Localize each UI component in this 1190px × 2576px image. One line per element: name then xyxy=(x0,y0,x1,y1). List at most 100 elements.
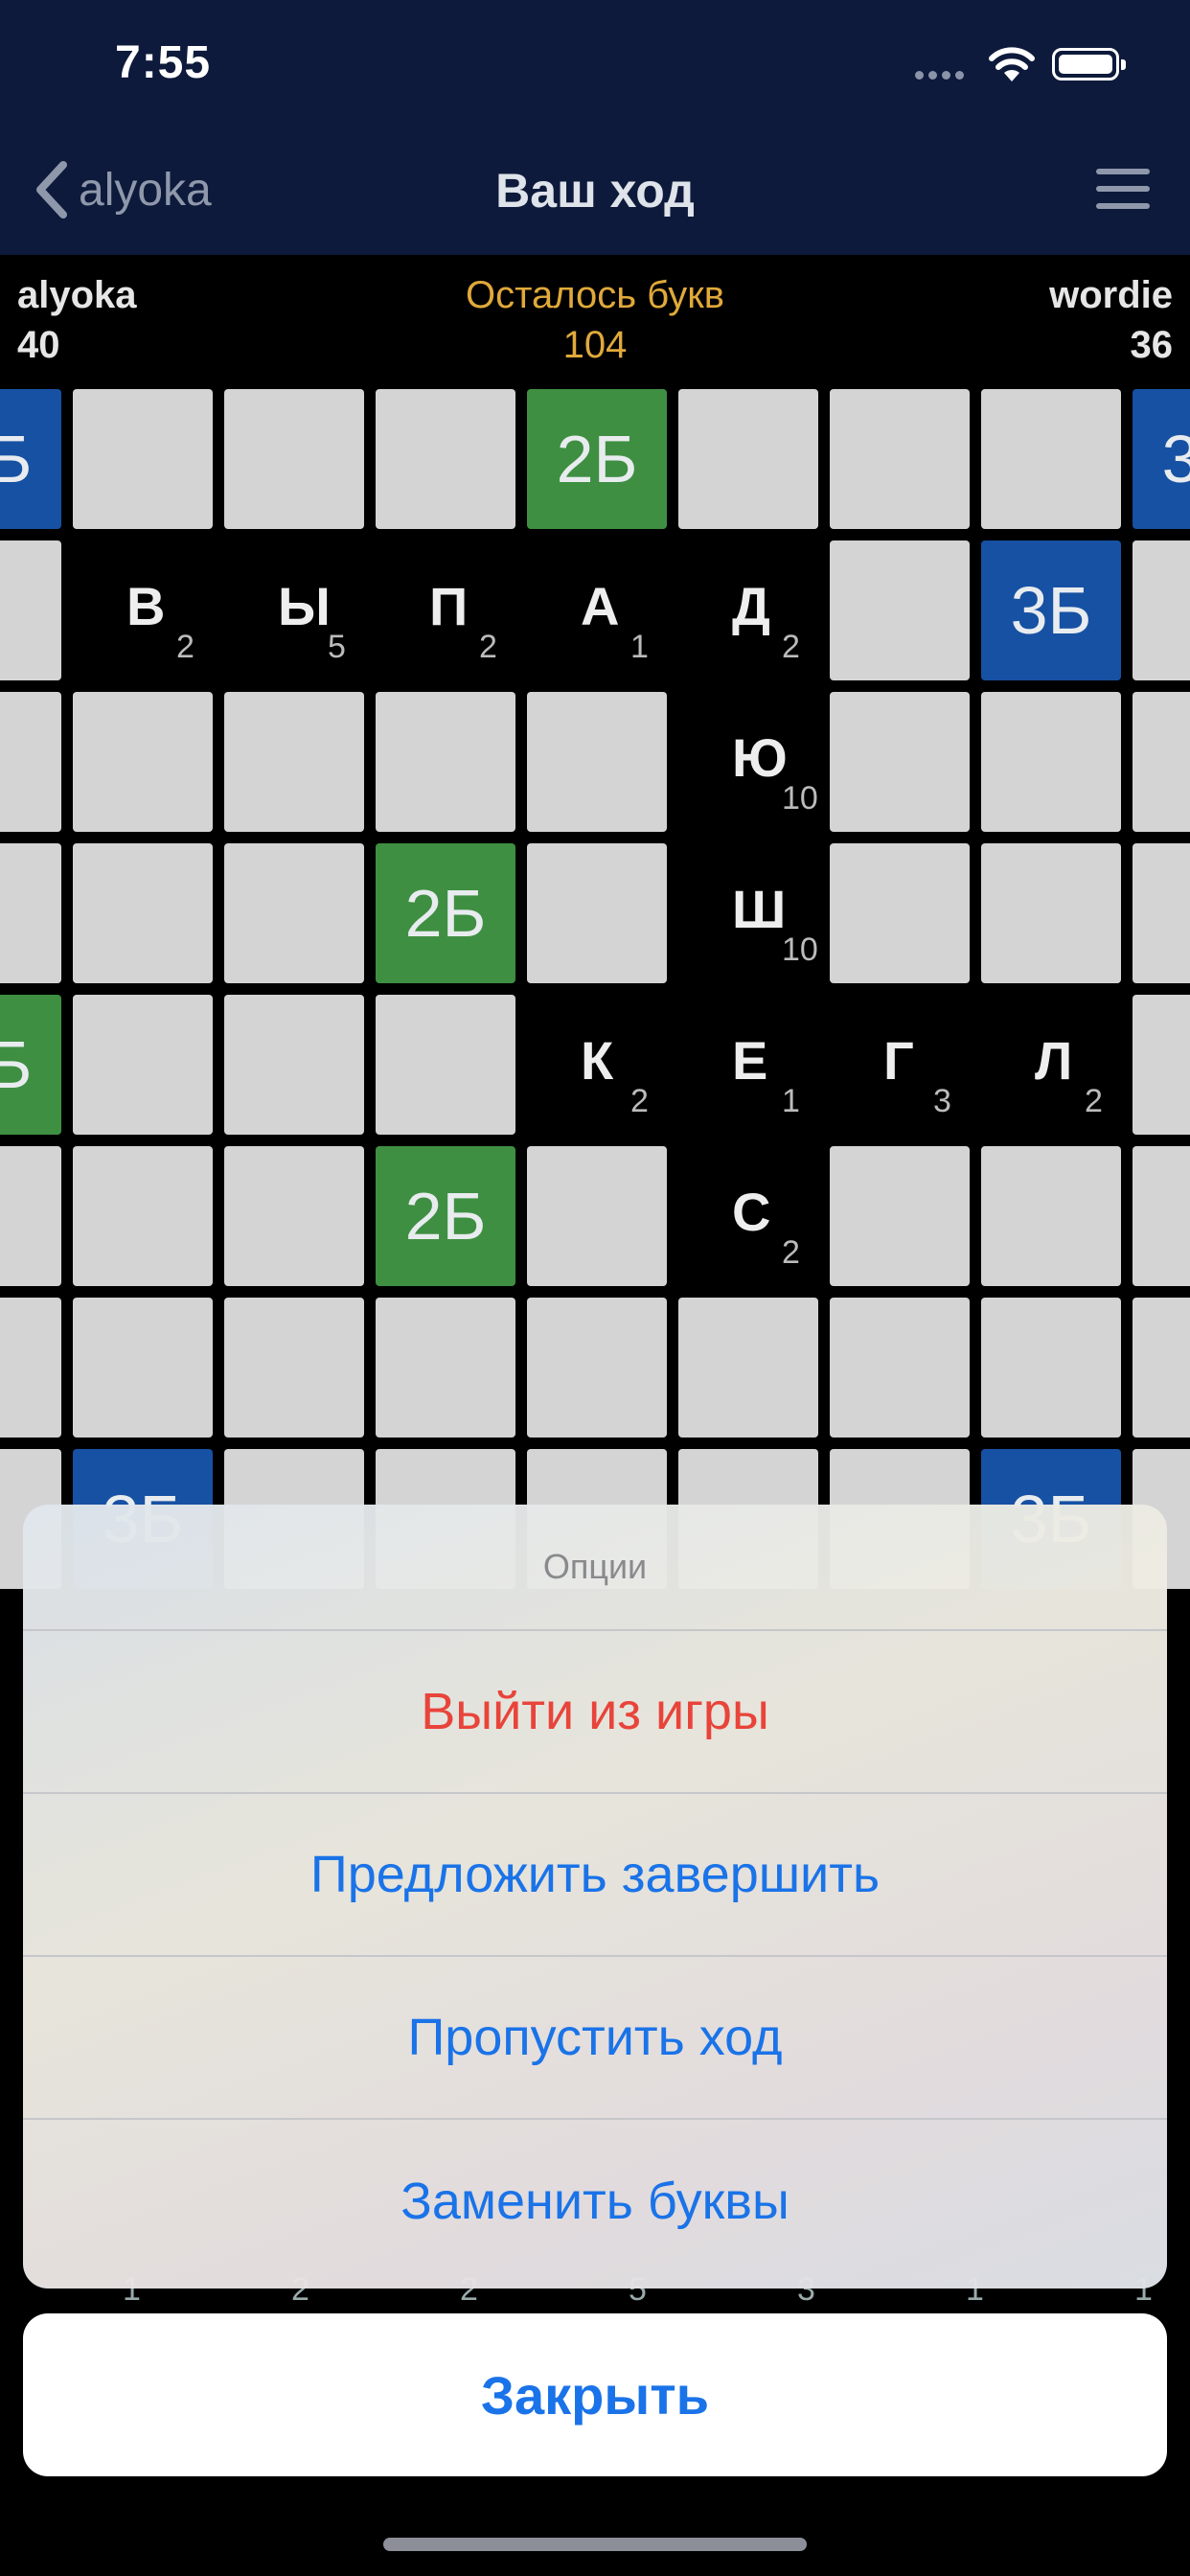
empty-cell[interactable] xyxy=(830,1146,970,1286)
empty-cell[interactable] xyxy=(527,692,667,832)
empty-cell[interactable] xyxy=(981,1146,1121,1286)
close-button[interactable]: Закрыть xyxy=(23,2313,1167,2476)
tile-points: 2 xyxy=(176,629,195,665)
empty-cell[interactable] xyxy=(376,995,515,1135)
empty-cell[interactable] xyxy=(73,692,213,832)
empty-cell[interactable] xyxy=(224,1146,364,1286)
action-sheet-title: Опции xyxy=(23,1505,1167,1631)
empty-cell[interactable] xyxy=(981,1298,1121,1438)
tile-letter: Ы xyxy=(278,576,331,636)
tile-letter: П xyxy=(429,576,469,636)
empty-cell[interactable] xyxy=(376,692,515,832)
propose-finish-button[interactable]: Предложить завершить xyxy=(23,1794,1167,1957)
empty-cell[interactable] xyxy=(376,389,515,529)
letter-tile[interactable]: Ы5 xyxy=(224,540,364,680)
letter-tile[interactable]: Е1 xyxy=(678,995,818,1135)
empty-cell[interactable] xyxy=(1133,1298,1190,1438)
bonus-cell[interactable]: 2Б xyxy=(376,843,515,983)
empty-cell[interactable] xyxy=(830,692,970,832)
empty-cell[interactable] xyxy=(224,389,364,529)
empty-cell[interactable] xyxy=(1133,843,1190,983)
empty-cell[interactable] xyxy=(527,1298,667,1438)
empty-cell[interactable] xyxy=(0,540,61,680)
bonus-cell[interactable]: 2Б xyxy=(527,389,667,529)
empty-cell[interactable] xyxy=(0,1146,61,1286)
empty-cell[interactable] xyxy=(224,692,364,832)
battery-icon xyxy=(1052,48,1126,80)
empty-cell[interactable] xyxy=(73,843,213,983)
empty-cell[interactable] xyxy=(527,1146,667,1286)
tile-letter: В xyxy=(126,576,166,636)
tile-points: 10 xyxy=(782,932,818,968)
letter-tile[interactable]: П2 xyxy=(376,540,515,680)
remaining-letters-count: 104 xyxy=(562,324,628,366)
empty-cell[interactable] xyxy=(981,389,1121,529)
tile-points: 2 xyxy=(782,1234,800,1271)
bonus-label: 2Б xyxy=(404,876,487,951)
bonus-cell[interactable]: 3Б xyxy=(981,540,1121,680)
tile-letter: Г xyxy=(883,1030,914,1091)
bonus-cell[interactable]: 3Б xyxy=(1133,389,1190,529)
empty-cell[interactable] xyxy=(376,1298,515,1438)
bonus-label: 2Б xyxy=(556,422,638,496)
letter-tile[interactable]: Ю 10 xyxy=(678,692,818,832)
empty-cell[interactable] xyxy=(224,995,364,1135)
empty-cell[interactable] xyxy=(1133,540,1190,680)
bonus-label: 3Б xyxy=(1161,422,1190,496)
tile-points: 10 xyxy=(782,780,818,816)
empty-cell[interactable] xyxy=(678,1298,818,1438)
empty-cell[interactable] xyxy=(0,843,61,983)
tile-letter: Е xyxy=(732,1030,768,1091)
letter-tile[interactable]: А1 xyxy=(527,540,667,680)
tile-letter: Ш xyxy=(732,879,787,939)
letter-tile[interactable]: В2 xyxy=(73,540,213,680)
letter-tile[interactable]: Г3 xyxy=(830,995,970,1135)
empty-cell[interactable] xyxy=(73,1146,213,1286)
letter-tile[interactable]: С2 xyxy=(678,1146,818,1286)
status-bar: 7:55 xyxy=(0,0,1190,134)
bonus-label: 2Б xyxy=(404,1179,487,1254)
empty-cell[interactable] xyxy=(224,843,364,983)
empty-cell[interactable] xyxy=(981,692,1121,832)
letter-tile[interactable]: Д2 xyxy=(678,540,818,680)
empty-cell[interactable] xyxy=(830,389,970,529)
tile-letter: С xyxy=(732,1182,771,1242)
skip-turn-button[interactable]: Пропустить ход xyxy=(23,1957,1167,2120)
bonus-label: 3Б xyxy=(0,422,33,496)
bonus-cell[interactable]: 3Б xyxy=(0,389,61,529)
player2-name: wordie xyxy=(1049,274,1173,316)
empty-cell[interactable] xyxy=(73,1298,213,1438)
empty-cell[interactable] xyxy=(1133,1146,1190,1286)
empty-cell[interactable] xyxy=(1133,692,1190,832)
status-time: 7:55 xyxy=(115,37,212,88)
letter-tile[interactable]: Ш 10 xyxy=(678,843,818,983)
bonus-cell[interactable]: 2Б xyxy=(0,995,61,1135)
exit-game-button[interactable]: Выйти из игры xyxy=(23,1631,1167,1794)
bonus-label: 3Б xyxy=(1010,573,1092,648)
empty-cell[interactable] xyxy=(224,1298,364,1438)
empty-cell[interactable] xyxy=(830,540,970,680)
empty-cell[interactable] xyxy=(830,1298,970,1438)
tile-letter: Ю xyxy=(732,727,788,788)
bonus-label: 2Б xyxy=(0,1027,33,1102)
empty-cell[interactable] xyxy=(1133,995,1190,1135)
tile-points: 2 xyxy=(630,1083,649,1119)
home-indicator xyxy=(383,2538,807,2551)
tile-letter: А xyxy=(581,576,620,636)
empty-cell[interactable] xyxy=(73,995,213,1135)
letter-tile[interactable]: Л2 xyxy=(981,995,1121,1135)
empty-cell[interactable] xyxy=(678,389,818,529)
menu-icon[interactable] xyxy=(1096,169,1150,220)
empty-cell[interactable] xyxy=(527,843,667,983)
swap-letters-button[interactable]: Заменить буквы xyxy=(23,2120,1167,2283)
tile-letter: Л xyxy=(1035,1030,1073,1091)
empty-cell[interactable] xyxy=(73,389,213,529)
tile-points: 1 xyxy=(782,1083,800,1119)
letter-tile[interactable]: К2 xyxy=(527,995,667,1135)
empty-cell[interactable] xyxy=(0,692,61,832)
bonus-cell[interactable]: 2Б xyxy=(376,1146,515,1286)
empty-cell[interactable] xyxy=(981,843,1121,983)
empty-cell[interactable] xyxy=(0,1298,61,1438)
empty-cell[interactable] xyxy=(830,843,970,983)
tile-points: 2 xyxy=(782,629,800,665)
